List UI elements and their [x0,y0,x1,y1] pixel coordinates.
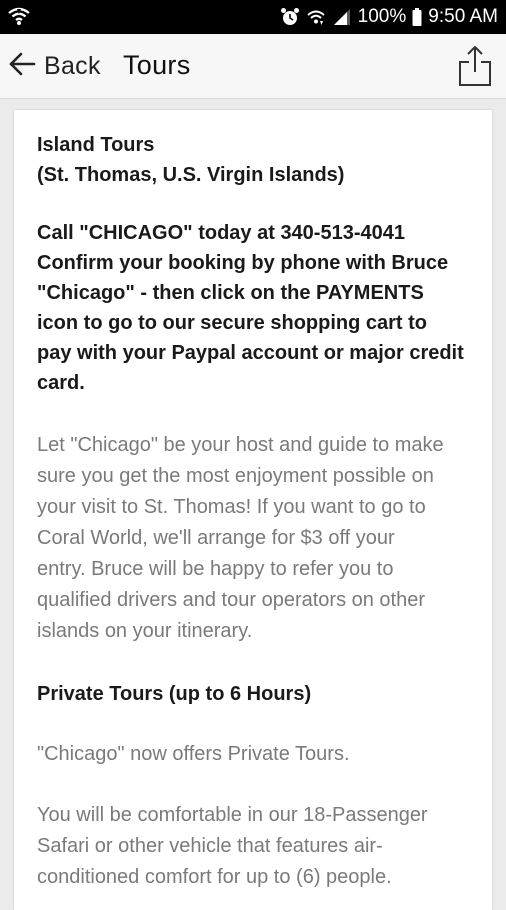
call-line: card. [37,372,85,394]
call-line: Confirm your booking by phone with Bruce [37,252,449,274]
tour-title-line1: Island Tours [37,134,155,156]
intro-line: qualified drivers and tour operators on … [37,589,426,611]
wifi-calling-icon [8,6,30,26]
intro-line: your visit to St. Thomas! If you want to… [37,496,426,518]
intro-line: islands on your itinerary. [37,620,253,642]
wifi-icon [306,7,326,27]
clock: 9:50 AM [428,6,498,27]
comfort-line: conditioned comfort for up to (6) people… [37,866,392,888]
back-arrow-icon [8,51,36,82]
share-icon [456,46,494,92]
page-title: Tours [123,50,191,80]
intro-line: Coral World, we'll arrange for $3 off yo… [37,527,395,549]
cellular-signal-icon [332,7,352,27]
intro-line: Let "Chicago" be your host and guide to … [37,434,444,456]
alarm-icon [280,7,300,27]
status-bar: 100% 9:50 AM [0,0,506,34]
intro-line: entry. Bruce will be happy to refer you … [37,558,394,580]
private-tours-heading: Private Tours (up to 6 Hours) [37,683,312,705]
intro-line: sure you get the most enjoyment possible… [37,465,434,487]
back-label: Back [44,51,101,80]
call-line: "Chicago" - then click on the PAYMENTS [37,282,424,304]
tour-title-line2: (St. Thomas, U.S. Virgin Islands) [37,164,345,186]
call-line: Call "CHICAGO" today at 340-513-4041 [37,222,405,244]
comfort-line: You will be comfortable in our 18-Passen… [37,804,428,826]
tours-content-card: Island Tours (St. Thomas, U.S. Virgin Is… [14,110,492,910]
battery-percent: 100% [357,6,407,27]
comfort-line: Safari or other vehicle that features ai… [37,835,383,857]
tours-article: Island Tours (St. Thomas, U.S. Virgin Is… [37,130,477,893]
call-line: pay with your Paypal account or major cr… [37,342,464,364]
battery-icon [412,7,422,27]
share-button[interactable] [456,44,494,88]
back-button[interactable]: Back [8,48,101,84]
private-tours-text: "Chicago" now offers Private Tours. [37,743,350,765]
call-line: icon to go to our secure shopping cart t… [37,312,428,334]
app-bar: Back Tours [0,34,506,99]
